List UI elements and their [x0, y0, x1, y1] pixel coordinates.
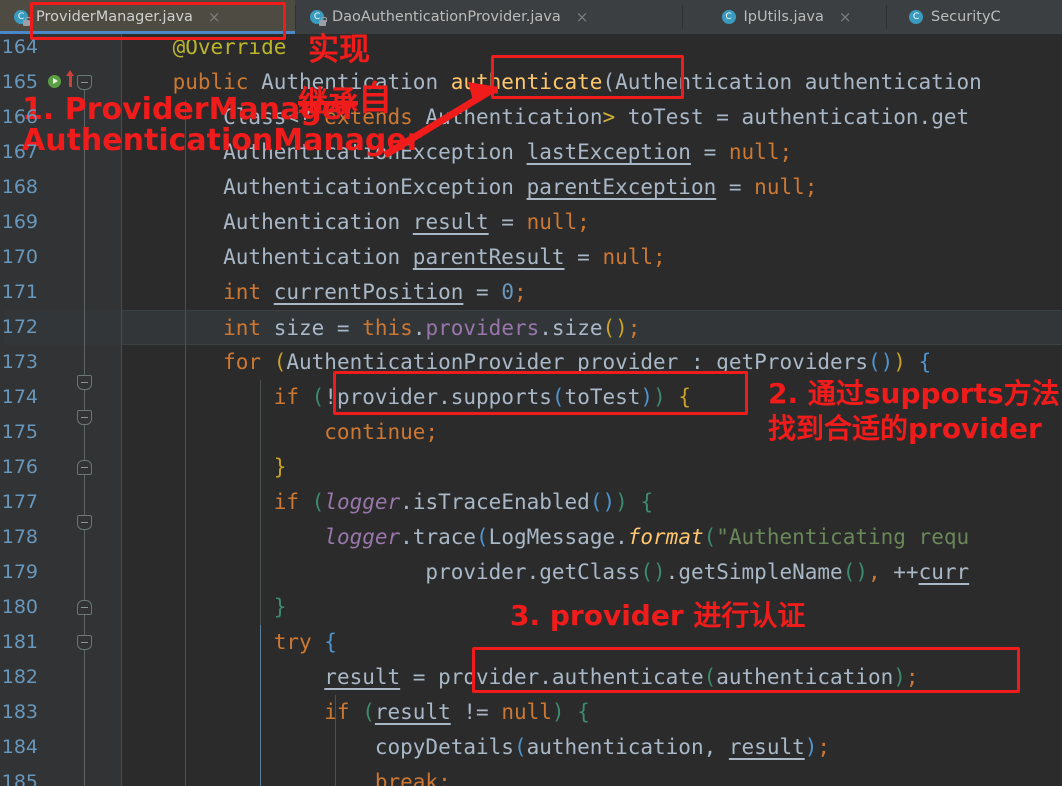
line-number: 170: [1, 246, 38, 268]
line-number: 164: [1, 36, 38, 58]
code-line-173: for (AuthenticationProvider provider : g…: [122, 350, 932, 374]
code-line-176: }: [122, 455, 287, 479]
idea-editor-window: C ProviderManager.java × C DaoAuthentica…: [0, 0, 1062, 786]
tab-dao-authentication-provider[interactable]: C DaoAuthenticationProvider.java ×: [296, 0, 682, 34]
tab-security-config[interactable]: C SecurityC: [887, 0, 1062, 34]
code-line-166: Class<? extends Authentication> toTest =…: [122, 105, 970, 129]
line-number: 168: [1, 176, 38, 198]
java-class-locked-icon: C: [14, 9, 31, 26]
line-number: 181: [1, 631, 38, 653]
line-number: 176: [1, 456, 38, 478]
code-line-171: int currentPosition = 0;: [122, 280, 527, 304]
line-number: 174: [1, 386, 38, 408]
code-line-179: provider.getClass().getSimpleName(), ++c…: [122, 560, 970, 584]
code-line-167: AuthenticationException lastException = …: [122, 140, 793, 164]
code-line-174: if (!provider.supports(toTest)) {: [122, 385, 692, 409]
line-number: 178: [1, 526, 38, 548]
tab-ip-utils[interactable]: C IpUtils.java ×: [683, 0, 886, 34]
code-line-169: Authentication result = null;: [122, 210, 590, 234]
tab-label: ProviderManager.java: [36, 9, 193, 25]
java-class-icon: C: [721, 9, 737, 25]
code-line-175: continue;: [122, 420, 439, 444]
line-number: 184: [1, 736, 38, 758]
java-class-icon: C: [909, 9, 924, 25]
tab-label: SecurityC: [931, 9, 1001, 25]
code-line-165: public Authentication authenticate(Authe…: [122, 70, 982, 94]
line-number: 165: [1, 71, 38, 93]
code-text-area[interactable]: @Override public Authentication authenti…: [122, 34, 1062, 786]
line-number: 171: [1, 281, 38, 303]
line-number: 169: [1, 211, 38, 233]
line-number: 180: [1, 596, 38, 618]
line-number: 177: [1, 491, 38, 513]
code-line-181: try {: [122, 630, 337, 654]
code-line-177: if (logger.isTraceEnabled()) {: [122, 490, 654, 514]
code-line-183: if (result != null) {: [122, 700, 590, 724]
code-line-168: AuthenticationException parentException …: [122, 175, 818, 199]
line-number: 183: [1, 701, 38, 723]
code-line-182: result = provider.authenticate(authentic…: [324, 665, 919, 689]
tab-provider-manager[interactable]: C ProviderManager.java ×: [0, 0, 295, 34]
code-line-164: @Override: [122, 35, 287, 59]
close-icon[interactable]: ×: [208, 9, 221, 25]
close-icon[interactable]: ×: [839, 9, 852, 25]
java-class-locked-icon: C: [310, 9, 327, 26]
editor-tab-bar: C ProviderManager.java × C DaoAuthentica…: [0, 0, 1062, 34]
editor-gutter[interactable]: 164 165 166 167 168 169 170 171 172 173 …: [0, 34, 122, 786]
code-line-170: Authentication parentResult = null;: [122, 245, 666, 269]
code-line-172-current: int size = this.providers.size();: [122, 310, 1062, 345]
code-line-180: }: [122, 595, 287, 619]
tab-label: DaoAuthenticationProvider.java: [332, 9, 561, 25]
line-number: 167: [1, 141, 38, 163]
line-number: 175: [1, 421, 38, 443]
line-number: 173: [1, 351, 38, 373]
close-icon[interactable]: ×: [576, 9, 589, 25]
line-number-current: 172: [0, 310, 122, 345]
tab-label: IpUtils.java: [743, 9, 824, 25]
line-number: 166: [1, 106, 38, 128]
code-line-184: copyDetails(authentication, result);: [122, 735, 831, 759]
line-number: 185: [1, 771, 38, 786]
line-number: 182: [1, 666, 38, 688]
code-line-185: break;: [122, 770, 451, 786]
code-line-178: logger.trace(LogMessage.format("Authenti…: [324, 525, 970, 549]
code-editor[interactable]: 164 165 166 167 168 169 170 171 172 173 …: [0, 34, 1062, 786]
line-number: 179: [1, 561, 38, 583]
